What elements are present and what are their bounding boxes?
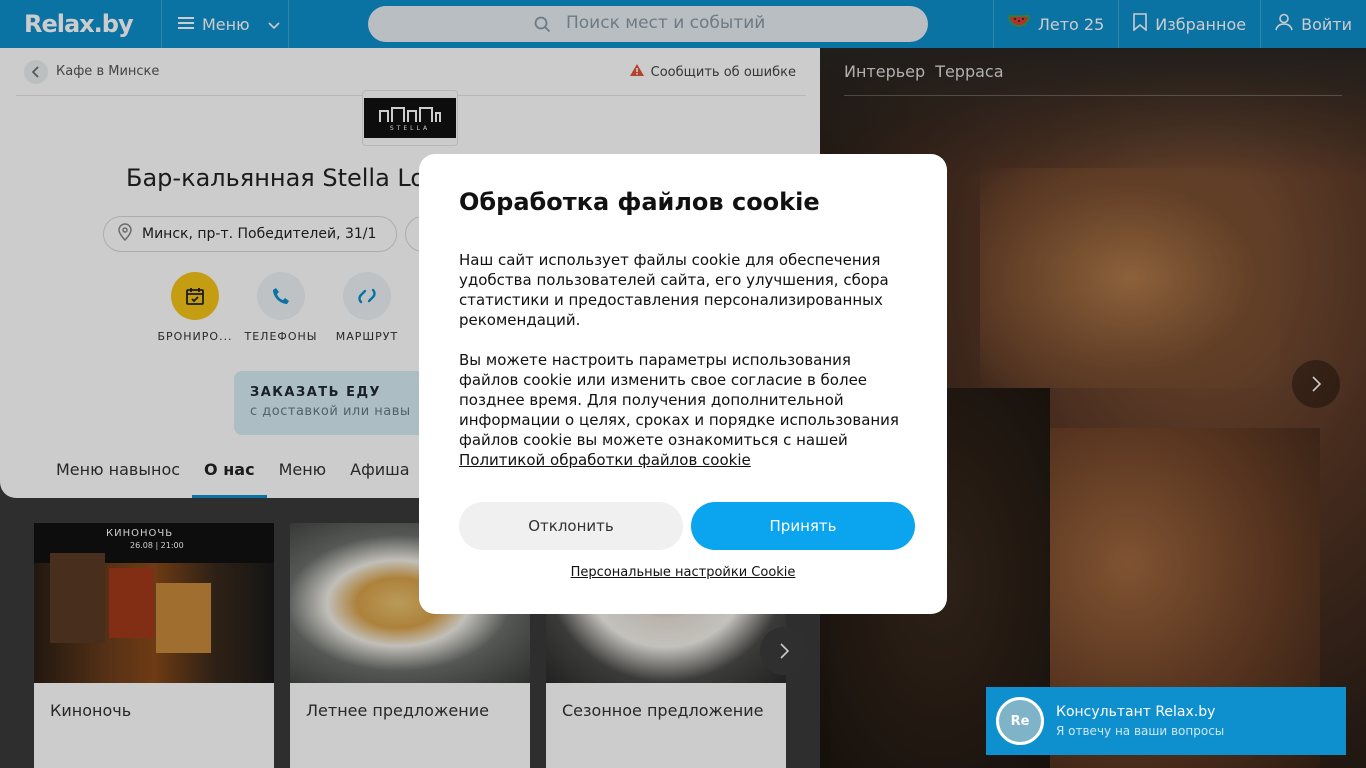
cookie-text-2: Вы можете настроить параметры использова…: [459, 350, 907, 470]
consultant-avatar: Re: [996, 697, 1044, 745]
consultant-name: Консультант Relax.by: [1056, 704, 1216, 720]
cookie-text-1: Наш сайт использует файлы cookie для обе…: [459, 251, 889, 329]
consultant-subtitle: Я отвечу на ваши вопросы: [1056, 724, 1225, 738]
accept-button[interactable]: Принять: [691, 502, 915, 550]
cookie-dialog-title: Обработка файлов cookie: [459, 188, 820, 216]
decline-button[interactable]: Отклонить: [459, 502, 683, 550]
cookie-buttons: Отклонить Принять: [459, 502, 915, 550]
cookie-policy-link[interactable]: Политикой обработки файлов cookie: [459, 451, 751, 469]
consultant-widget[interactable]: Re Консультант Relax.by Я отвечу на ваши…: [986, 687, 1346, 755]
cookie-text-2-body: Вы можете настроить параметры использова…: [459, 351, 899, 449]
cookie-dialog: Обработка файлов cookie Наш сайт использ…: [419, 154, 947, 614]
cookie-settings-link[interactable]: Персональные настройки Cookie: [419, 565, 947, 580]
